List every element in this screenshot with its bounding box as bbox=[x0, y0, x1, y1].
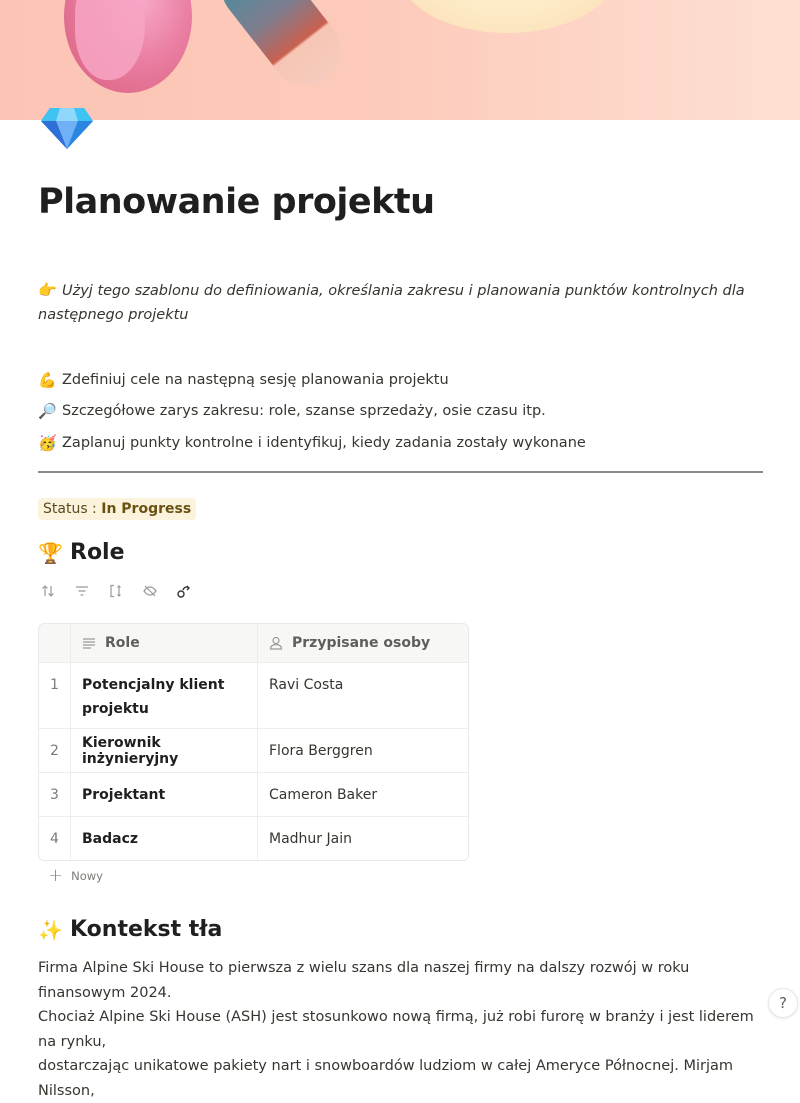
page-cover-image bbox=[0, 0, 800, 120]
roles-table: Role Przypisane osoby 1 Potencjalny klie… bbox=[38, 623, 469, 861]
trophy-emoji-icon: 🏆 bbox=[38, 540, 63, 565]
person-cell[interactable]: Flora Berggren bbox=[258, 729, 468, 772]
question-mark-icon: ? bbox=[779, 994, 787, 1012]
status-value: In Progress bbox=[101, 501, 192, 517]
goal-text: Zdefiniuj cele na następną sesję planowa… bbox=[62, 371, 449, 388]
paragraph-line: Chociaż Alpine Ski House (ASH) jest stos… bbox=[38, 1009, 754, 1050]
goal-text: Szczegółowe zarys zakresu: role, szanse … bbox=[62, 403, 546, 420]
cover-cream-shape bbox=[400, 0, 615, 33]
roles-heading-text: Role bbox=[70, 540, 125, 565]
add-new-label: Nowy bbox=[71, 868, 103, 883]
status-badge: Status : In Progress bbox=[38, 498, 197, 520]
share-link-icon[interactable] bbox=[176, 580, 210, 602]
intro-callout: 👉 Użyj tego szablonu do definiowania, okr… bbox=[38, 278, 763, 327]
plus-icon: + bbox=[48, 865, 64, 886]
column-header-role[interactable]: Role bbox=[71, 624, 258, 662]
person-icon bbox=[269, 636, 283, 650]
page-title[interactable]: Planowanie projektu bbox=[38, 182, 763, 222]
row-number: 2 bbox=[39, 729, 71, 772]
hide-fields-icon[interactable] bbox=[142, 580, 176, 602]
table-row[interactable]: 4 Badacz Madhur Jain bbox=[39, 816, 468, 860]
row-height-icon[interactable] bbox=[108, 580, 142, 602]
role-cell[interactable]: Kierownik inżynieryjny bbox=[71, 729, 258, 772]
text-lines-icon bbox=[83, 638, 95, 649]
paragraph-line: Firma Alpine Ski House to pierwsza z wie… bbox=[38, 960, 690, 1001]
table-row[interactable]: 2 Kierownik inżynieryjny Flora Berggren bbox=[39, 728, 468, 772]
flexed-biceps-emoji-icon: 💪 bbox=[38, 370, 57, 389]
row-number-header bbox=[39, 624, 71, 662]
row-number: 3 bbox=[39, 773, 71, 816]
filter-icon[interactable] bbox=[74, 580, 108, 602]
pointing-hand-emoji-icon: 👉 bbox=[38, 281, 57, 299]
column-header-label: Przypisane osoby bbox=[292, 635, 431, 651]
goals-list: 💪 Zdefiniuj cele na następną sesję plano… bbox=[38, 364, 763, 459]
cover-rod-shape bbox=[207, 0, 355, 100]
party-face-emoji-icon: 🥳 bbox=[38, 433, 57, 452]
row-number: 4 bbox=[39, 817, 71, 860]
roles-heading: 🏆 Role bbox=[38, 540, 125, 565]
table-header-row: Role Przypisane osoby bbox=[39, 624, 468, 662]
column-header-label: Role bbox=[105, 635, 140, 651]
context-paragraph: Firma Alpine Ski House to pierwsza z wie… bbox=[38, 956, 763, 1103]
role-cell[interactable]: Potencjalny klient projektu bbox=[71, 663, 258, 728]
paragraph-line: dostarczając unikatowe pakiety nart i sn… bbox=[38, 1058, 733, 1099]
person-cell[interactable]: Cameron Baker bbox=[258, 773, 468, 816]
status-label: Status : bbox=[43, 501, 102, 517]
goal-text: Zaplanuj punkty kontrolne i identyfikuj,… bbox=[62, 434, 586, 451]
help-button[interactable]: ? bbox=[768, 988, 798, 1018]
database-toolbar bbox=[40, 580, 210, 602]
sort-icon[interactable] bbox=[40, 580, 74, 602]
person-cell[interactable]: Madhur Jain bbox=[258, 817, 468, 860]
magnifier-emoji-icon: 🔎 bbox=[38, 402, 57, 421]
add-new-row-button[interactable]: + Nowy bbox=[48, 865, 103, 886]
goal-item: 💪 Zdefiniuj cele na następną sesję plano… bbox=[38, 364, 763, 396]
role-cell[interactable]: Badacz bbox=[71, 817, 258, 860]
context-heading: ✨ Kontekst tła bbox=[38, 917, 222, 942]
table-row[interactable]: 1 Potencjalny klient projektu Ravi Costa bbox=[39, 662, 468, 728]
sparkles-emoji-icon: ✨ bbox=[38, 917, 63, 942]
column-header-assigned[interactable]: Przypisane osoby bbox=[258, 624, 468, 662]
role-cell[interactable]: Projektant bbox=[71, 773, 258, 816]
row-number: 1 bbox=[39, 663, 71, 728]
context-heading-text: Kontekst tła bbox=[70, 917, 223, 942]
gem-icon[interactable] bbox=[40, 106, 94, 150]
goal-item: 🔎 Szczegółowe zarys zakresu: role, szans… bbox=[38, 396, 763, 428]
table-row[interactable]: 3 Projektant Cameron Baker bbox=[39, 772, 468, 816]
person-cell[interactable]: Ravi Costa bbox=[258, 663, 468, 728]
intro-text: Użyj tego szablonu do definiowania, okre… bbox=[38, 283, 745, 323]
goal-item: 🥳 Zaplanuj punkty kontrolne i identyfiku… bbox=[38, 427, 763, 459]
divider bbox=[38, 471, 763, 473]
